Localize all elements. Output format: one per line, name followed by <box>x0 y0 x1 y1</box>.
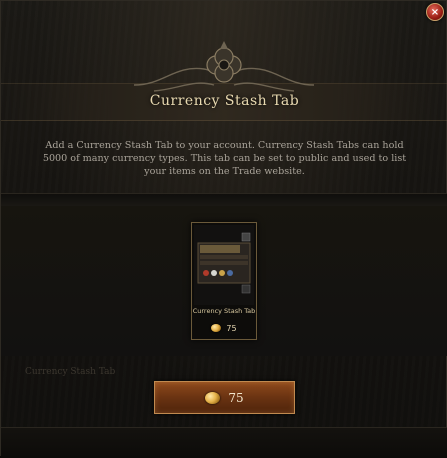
bottom-strip <box>1 427 447 458</box>
stash-tab-dialog: × Currency Stash Tab Add a Currency Stas… <box>0 0 447 458</box>
item-name: Currency Stash Tab <box>192 307 256 315</box>
gold-coin-icon <box>205 391 221 404</box>
stash-tab-item-card[interactable]: Currency Stash Tab 75 <box>191 222 257 340</box>
buy-price: 75 <box>228 390 244 405</box>
stash-tab-image-icon <box>194 225 254 305</box>
dialog-description: Add a Currency Stash Tab to your account… <box>42 140 407 177</box>
item-price: 75 <box>192 321 256 335</box>
close-icon: × <box>430 6 440 18</box>
faded-label: Currency Stash Tab <box>25 367 116 377</box>
item-price-value: 75 <box>226 323 237 333</box>
dialog-title: Currency Stash Tab <box>149 93 300 109</box>
section-divider <box>1 193 447 207</box>
gold-coin-icon <box>211 324 222 332</box>
close-button[interactable]: × <box>426 3 444 21</box>
buy-button[interactable]: 75 <box>154 381 295 414</box>
